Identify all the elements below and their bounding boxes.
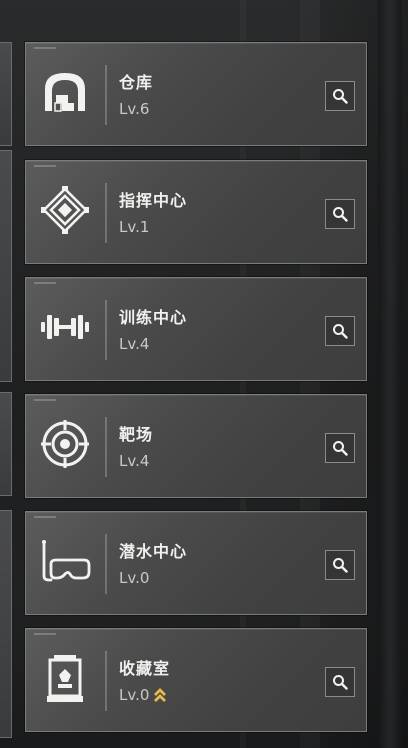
card-tag — [34, 633, 56, 635]
facility-card-collection-room[interactable]: 收藏室 Lv.0 — [25, 628, 367, 732]
background-pillar — [378, 0, 402, 748]
target-icon — [41, 420, 89, 468]
card-tag — [34, 47, 56, 49]
search-icon — [333, 89, 348, 104]
card-divider — [105, 534, 107, 594]
inspect-button[interactable] — [325, 550, 355, 580]
adjacent-panel-edge[interactable] — [0, 392, 12, 496]
inspect-button[interactable] — [325, 667, 355, 697]
facility-card-shooting-range[interactable]: 靶场 Lv.4 — [25, 394, 367, 498]
adjacent-panel-edge[interactable] — [0, 510, 12, 738]
facility-name: 潜水中心 — [119, 542, 188, 561]
search-icon — [333, 207, 348, 222]
facility-level-text: Lv.6 — [119, 100, 150, 118]
facility-level-text: Lv.4 — [119, 452, 150, 470]
card-divider — [105, 183, 107, 243]
facility-level: Lv.4 — [119, 452, 149, 470]
facility-card-warehouse[interactable]: 仓库 Lv.6 — [25, 42, 367, 146]
upgrade-available-icon — [154, 688, 167, 702]
card-tag — [34, 516, 56, 518]
facility-level: Lv.1 — [119, 218, 149, 236]
facility-level-text: Lv.1 — [119, 218, 150, 236]
inspect-button[interactable] — [325, 199, 355, 229]
facility-level: Lv.0 — [119, 569, 149, 587]
adjacent-panel-edge[interactable] — [0, 42, 12, 146]
facility-card-command-center[interactable]: 指挥中心 Lv.1 — [25, 160, 367, 264]
card-tag — [34, 165, 56, 167]
facility-level-text: Lv.0 — [119, 569, 150, 587]
facility-level-text: Lv.0 — [119, 686, 150, 704]
facility-level-text: Lv.4 — [119, 335, 150, 353]
search-icon — [333, 675, 348, 690]
card-tag — [34, 282, 56, 284]
card-divider — [105, 417, 107, 477]
command-center-icon — [41, 186, 89, 234]
diving-mask-icon — [42, 540, 91, 582]
collection-case-icon — [47, 655, 83, 702]
facility-name: 靶场 — [119, 425, 154, 444]
dumbbell-icon — [41, 315, 89, 339]
facility-card-diving-center[interactable]: 潜水中心 Lv.0 — [25, 511, 367, 615]
inspect-button[interactable] — [325, 81, 355, 111]
facility-level: Lv.0 — [119, 686, 167, 704]
search-icon — [333, 441, 348, 456]
search-icon — [333, 558, 348, 573]
card-tag — [34, 399, 56, 401]
inspect-button[interactable] — [325, 316, 355, 346]
facility-name: 仓库 — [119, 73, 154, 92]
facility-name: 训练中心 — [119, 308, 188, 327]
facility-name: 指挥中心 — [119, 191, 188, 210]
facility-level: Lv.6 — [119, 100, 149, 118]
facility-card-training-center[interactable]: 训练中心 Lv.4 — [25, 277, 367, 381]
card-divider — [105, 651, 107, 711]
card-divider — [105, 300, 107, 360]
adjacent-panel-edge[interactable] — [0, 150, 12, 382]
warehouse-icon — [45, 73, 85, 112]
facility-level: Lv.4 — [119, 335, 149, 353]
search-icon — [333, 324, 348, 339]
inspect-button[interactable] — [325, 433, 355, 463]
card-divider — [105, 65, 107, 125]
facility-name: 收藏室 — [119, 659, 171, 678]
